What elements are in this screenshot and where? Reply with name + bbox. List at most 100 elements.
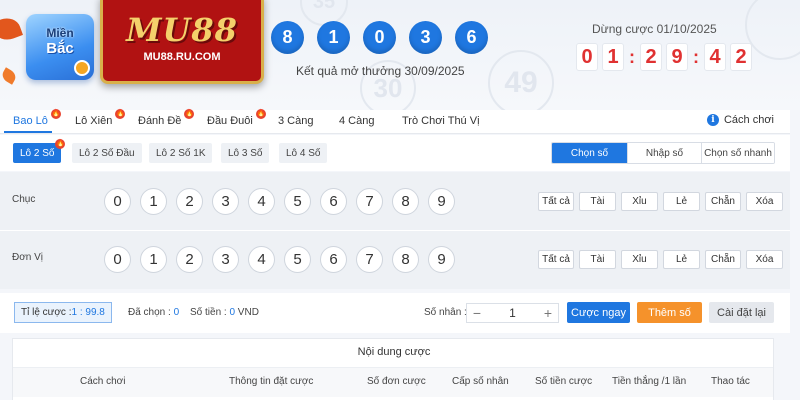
stop-betting-label: Dừng cược 01/10/2025 — [592, 22, 717, 36]
subtab-label: Lô 4 Số — [286, 147, 321, 159]
digit-ball[interactable]: 9 — [428, 246, 455, 273]
mode-chon-so[interactable]: Chọn số — [552, 143, 627, 163]
hot-icon: 🔥 — [184, 109, 195, 119]
subtab-label: Lô 2 Số Đầu — [79, 147, 135, 159]
region-line1: Miền — [46, 26, 74, 40]
digit-ball[interactable]: 8 — [392, 246, 419, 273]
quick-even-button[interactable]: Chẵn — [705, 192, 741, 211]
countdown-digit: 9 — [666, 43, 688, 71]
tab-danh-de[interactable]: Đánh Đề 🔥 — [138, 109, 195, 127]
digit-row-units: Đơn Vị 0 1 2 3 4 5 6 7 8 9 Tất cả Tài Xỉ… — [0, 231, 790, 289]
digit-ball[interactable]: 7 — [356, 246, 383, 273]
subtab-lo-2-so[interactable]: Lô 2 Số 🔥 — [13, 139, 66, 163]
leaf-decoration — [0, 67, 19, 85]
countdown-separator: : — [629, 46, 635, 67]
digit-row-tens: Chục 0 1 2 3 4 5 6 7 8 9 Tất cả Tài Xỉu … — [0, 172, 790, 230]
countdown-digit: 2 — [640, 43, 662, 71]
region-line2: Bắc — [46, 40, 74, 57]
digit-ball[interactable]: 4 — [248, 188, 275, 215]
tab-tro-choi-thu-vi[interactable]: Trò Chơi Thú Vị — [402, 115, 480, 127]
quick-pick-group: Tất cả Tài Xỉu Lẻ Chẵn Xóa — [538, 192, 783, 211]
sub-tab-bar: Lô 2 Số 🔥 Lô 2 Số Đầu Lô 2 Số 1K Lô 3 Số… — [0, 135, 790, 171]
quick-clear-button[interactable]: Xóa — [746, 250, 783, 269]
tab-4-cang[interactable]: 4 Càng — [339, 115, 374, 127]
odds-display: Tỉ lệ cược : 1 : 99.8 — [14, 302, 112, 323]
row-label: Chục — [12, 194, 36, 205]
column-header: Cách chơi — [80, 376, 126, 387]
digit-ball[interactable]: 7 — [356, 188, 383, 215]
bet-now-button[interactable]: Cược ngay — [567, 302, 630, 323]
digit-ball[interactable]: 6 — [320, 188, 347, 215]
quick-odd-button[interactable]: Lẻ — [663, 192, 700, 211]
digit-ball[interactable]: 2 — [176, 246, 203, 273]
quick-all-button[interactable]: Tất cả — [538, 192, 574, 211]
column-header: Thao tác — [711, 376, 750, 387]
quick-small-button[interactable]: Xỉu — [621, 250, 658, 269]
decor-ball: 49 — [488, 50, 554, 110]
column-header: Số tiền cược — [535, 376, 593, 387]
digit-ball[interactable]: 8 — [392, 188, 419, 215]
hot-icon: 🔥 — [115, 109, 126, 119]
selected-value: 0 — [173, 307, 180, 318]
plus-icon[interactable]: + — [538, 304, 558, 322]
tab-label: Bao Lô — [13, 115, 48, 127]
hot-icon: 🔥 — [255, 109, 266, 119]
logo-brand: MU88 — [126, 11, 238, 49]
reset-button[interactable]: Cài đặt lại — [709, 302, 774, 323]
mode-chon-so-nhanh[interactable]: Chọn số nhanh — [701, 143, 774, 163]
selected-count: Đã chọn : 0 — [128, 307, 179, 318]
subtab-lo-4-so[interactable]: Lô 4 Số — [279, 143, 328, 163]
subtab-label: Lô 2 Số — [20, 147, 55, 159]
tab-label: Đánh Đề — [138, 115, 182, 127]
digit-ball[interactable]: 3 — [212, 246, 239, 273]
odds-label: Tỉ lệ cược : — [21, 307, 72, 318]
digit-ball[interactable]: 6 — [320, 246, 347, 273]
column-header: Thông tin đặt cược — [229, 376, 314, 387]
quick-clear-button[interactable]: Xóa — [746, 192, 783, 211]
add-number-button[interactable]: Thêm số — [637, 302, 702, 323]
mode-nhap-so[interactable]: Nhập số — [627, 143, 701, 163]
multiplier-input[interactable]: 1 — [487, 304, 538, 322]
how-to-play-label: Cách chơi — [723, 114, 774, 126]
digit-ball[interactable]: 1 — [140, 246, 167, 273]
minus-icon[interactable]: − — [467, 304, 487, 322]
quick-odd-button[interactable]: Lẻ — [663, 250, 700, 269]
countdown-digit: 4 — [704, 43, 726, 71]
digit-ball[interactable]: 0 — [104, 188, 131, 215]
table-header: Cách chơi Thông tin đặt cược Số đơn cược… — [13, 367, 773, 397]
multiplier-label: Số nhân : — [424, 307, 467, 318]
digit-ball[interactable]: 1 — [140, 188, 167, 215]
result-balls: 8 1 0 3 6 — [271, 21, 488, 54]
digit-ball[interactable]: 4 — [248, 246, 275, 273]
digit-ball[interactable]: 5 — [284, 246, 311, 273]
tab-dau-duoi[interactable]: Đầu Đuôi 🔥 — [207, 109, 266, 127]
tab-bao-lo[interactable]: Bao Lô 🔥 — [13, 109, 61, 127]
row-label: Đơn Vị — [12, 252, 44, 263]
subtab-lo-3-so[interactable]: Lô 3 Số — [221, 143, 270, 163]
quick-small-button[interactable]: Xỉu — [621, 192, 658, 211]
tab-3-cang[interactable]: 3 Càng — [278, 115, 313, 127]
quick-all-button[interactable]: Tất cả — [538, 250, 574, 269]
digit-ball[interactable]: 9 — [428, 188, 455, 215]
decor-ball — [745, 0, 800, 60]
quick-big-button[interactable]: Tài — [579, 250, 616, 269]
bet-content-panel: Nội dung cược Cách chơi Thông tin đặt cư… — [12, 338, 774, 400]
quick-big-button[interactable]: Tài — [579, 192, 616, 211]
digit-ball[interactable]: 2 — [176, 188, 203, 215]
digit-ball[interactable]: 3 — [212, 188, 239, 215]
tab-lo-xien[interactable]: Lô Xiên 🔥 — [75, 109, 126, 127]
tab-label: Lô Xiên — [75, 115, 113, 127]
quick-even-button[interactable]: Chẵn — [705, 250, 741, 269]
subtab-lo-2-so-1k[interactable]: Lô 2 Số 1K — [149, 143, 213, 163]
result-ball: 6 — [455, 21, 488, 54]
odds-value: 1 : 99.8 — [71, 307, 105, 318]
subtab-label: Lô 2 Số 1K — [156, 147, 206, 159]
digit-ball[interactable]: 0 — [104, 246, 131, 273]
currency-label: VND — [235, 307, 259, 318]
region-badge[interactable]: Miền Bắc — [26, 14, 94, 80]
header: 30 49 35 Miền Bắc MU88 MU88.RU.COM 8 1 0… — [0, 0, 800, 110]
digit-ball[interactable]: 5 — [284, 188, 311, 215]
subtab-lo-2-so-dau[interactable]: Lô 2 Số Đầu — [72, 143, 142, 163]
how-to-play-link[interactable]: i Cách chơi — [706, 114, 774, 126]
active-tab-indicator — [4, 131, 52, 133]
